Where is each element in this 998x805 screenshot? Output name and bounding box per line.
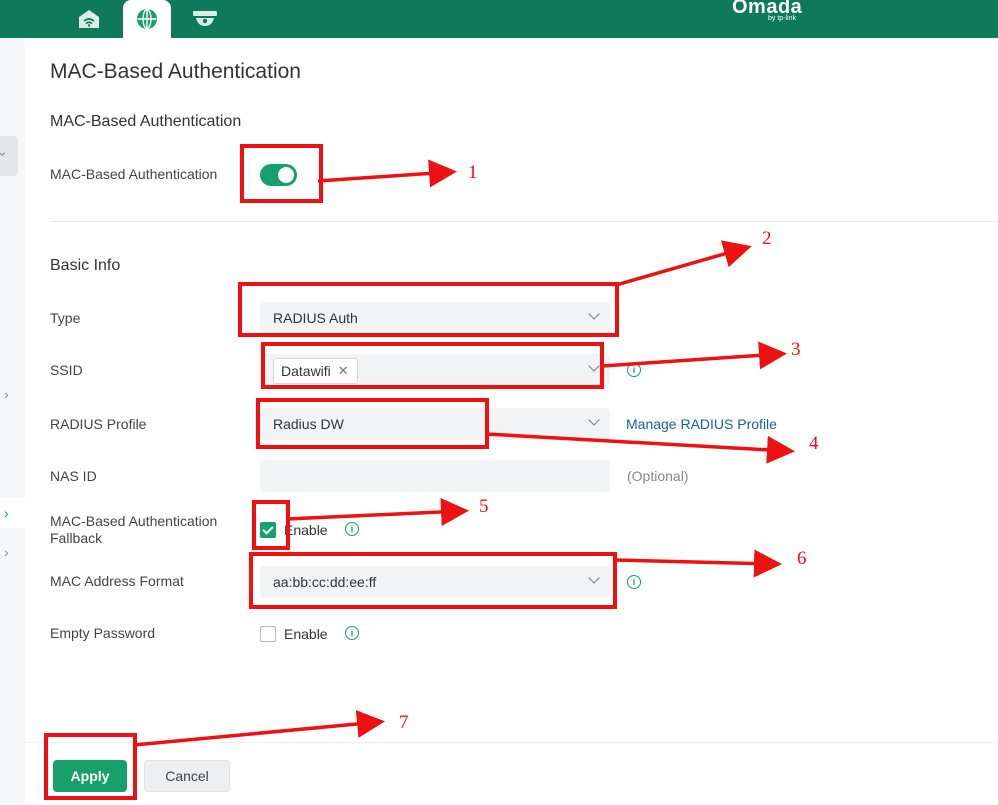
info-icon[interactable]: i xyxy=(345,626,359,640)
section-title-mac-auth: MAC-Based Authentication xyxy=(50,113,242,130)
section-title-basic-info: Basic Info xyxy=(50,257,121,274)
page-title: MAC-Based Authentication xyxy=(50,60,301,83)
annotation-box xyxy=(261,342,604,389)
left-sidebar: › › › › xyxy=(0,38,25,805)
annotation-number: 1 xyxy=(468,162,478,183)
annotation-box xyxy=(252,500,290,550)
info-icon[interactable]: i xyxy=(627,363,641,377)
chevron-right-icon[interactable]: › xyxy=(0,498,25,528)
top-navigation-bar: Omada by tp-link xyxy=(0,0,998,38)
type-label: Type xyxy=(50,310,81,326)
info-icon[interactable]: i xyxy=(345,522,359,536)
chevron-right-icon[interactable]: › xyxy=(4,544,9,560)
annotation-arrow xyxy=(317,159,457,188)
fallback-label-line1: MAC-Based Authentication xyxy=(50,513,218,529)
nas-id-label: NAS ID xyxy=(50,468,97,484)
footer-divider xyxy=(25,742,998,743)
radius-profile-label: RADIUS Profile xyxy=(50,416,147,432)
annotation-number: 6 xyxy=(797,548,807,569)
camera-dome-icon[interactable] xyxy=(192,0,218,38)
tplink-sublogo: by tp-link xyxy=(768,15,797,22)
empty-password-checkbox[interactable] xyxy=(260,626,276,642)
mac-format-label: MAC Address Format xyxy=(50,573,184,589)
chevron-down-icon: › xyxy=(0,152,11,157)
empty-password-enable-label: Enable xyxy=(284,626,328,642)
annotation-arrow xyxy=(286,497,469,526)
mac-auth-toggle-label: MAC-Based Authentication xyxy=(50,166,218,182)
annotation-arrow xyxy=(615,240,752,287)
annotation-number: 3 xyxy=(791,339,801,360)
annotation-box xyxy=(240,144,323,203)
fallback-label-line2: Fallback xyxy=(50,530,103,546)
annotation-number: 5 xyxy=(479,496,489,517)
annotation-box xyxy=(44,733,137,800)
annotation-number: 2 xyxy=(762,228,772,249)
annotation-box xyxy=(249,552,617,609)
ssid-label: SSID xyxy=(50,362,83,378)
home-network-icon[interactable] xyxy=(76,0,102,38)
globe-icon[interactable] xyxy=(135,0,159,38)
chevron-down-icon xyxy=(588,414,600,426)
annotation-arrow xyxy=(613,549,782,578)
chevron-right-icon[interactable]: › xyxy=(4,386,9,402)
sidebar-collapse-button[interactable]: › xyxy=(0,136,18,176)
fallback-enable-label: Enable xyxy=(284,522,328,538)
annotation-box xyxy=(238,282,619,337)
info-icon[interactable]: i xyxy=(627,575,641,589)
cancel-button[interactable]: Cancel xyxy=(144,760,230,792)
annotation-box xyxy=(256,398,489,449)
section-divider xyxy=(50,221,998,222)
nas-id-input[interactable] xyxy=(260,460,610,492)
manage-radius-profile-link[interactable]: Manage RADIUS Profile xyxy=(626,416,777,432)
empty-password-label: Empty Password xyxy=(50,625,156,641)
annotation-number: 7 xyxy=(399,712,409,733)
annotation-number: 4 xyxy=(809,433,819,454)
nas-id-hint: (Optional) xyxy=(627,468,689,484)
